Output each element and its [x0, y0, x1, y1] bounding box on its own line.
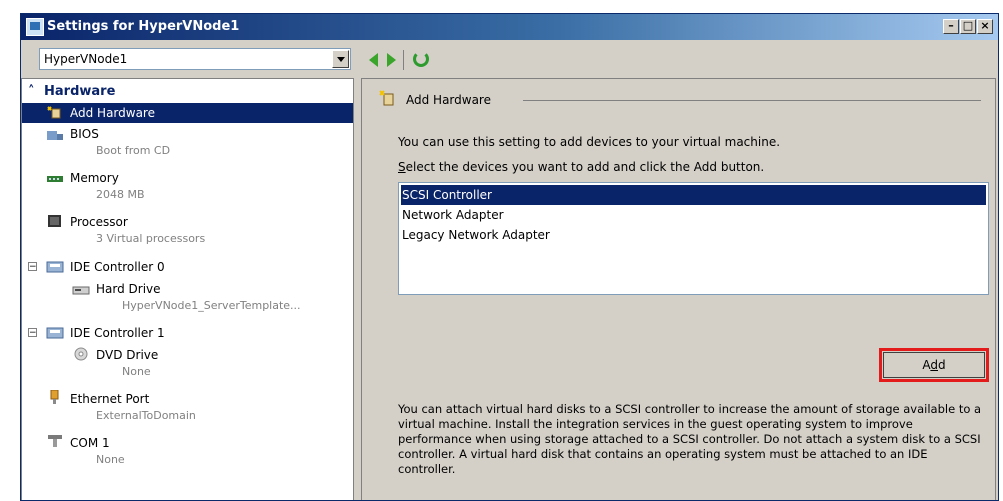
tree-item-detail: HyperVNode1_ServerTemplate...	[122, 299, 301, 312]
tree-item-memory[interactable]: Memory 2048 MB	[22, 169, 353, 211]
tree-item-ide-controller-0[interactable]: − IDE Controller 0	[22, 257, 353, 279]
title-bar[interactable]: Settings for HyperVNode1 – □ ×	[21, 14, 998, 40]
tree-item-detail: None	[96, 453, 125, 466]
add-hardware-icon	[47, 106, 61, 119]
tree-item-hard-drive[interactable]: Hard Drive HyperVNode1_ServerTemplate...	[22, 279, 353, 321]
ethernet-port-icon	[50, 390, 59, 404]
toolbar-divider	[403, 50, 404, 70]
add-hardware-panel: Add Hardware You can use this setting to…	[361, 78, 996, 500]
tree-item-detail: 2048 MB	[96, 188, 145, 201]
tree-item-label: Hard Drive	[96, 282, 161, 296]
collapse-toggle-icon[interactable]: −	[28, 262, 37, 272]
panel-title: Add Hardware	[406, 93, 491, 107]
vm-selector[interactable]: HyperVNode1	[39, 48, 351, 70]
collapse-chevron-icon: ˄	[28, 84, 35, 99]
collapse-toggle-icon[interactable]: −	[28, 328, 37, 338]
tree-item-label: IDE Controller 1	[70, 326, 165, 340]
add-button[interactable]: Add	[879, 348, 989, 382]
ide-controller-icon	[46, 261, 64, 273]
tree-item-ide-controller-1[interactable]: − IDE Controller 1	[22, 323, 353, 345]
ide-controller-icon	[46, 327, 64, 339]
tree-item-dvd-drive[interactable]: DVD Drive None	[22, 345, 353, 387]
instruction-text: elect the devices you want to add and cl…	[405, 160, 765, 174]
hardware-section-header[interactable]: ˄ Hardware	[28, 84, 115, 99]
tree-item-label: BIOS	[70, 127, 99, 141]
tree-item-label: Add Hardware	[70, 106, 155, 120]
back-arrow-icon[interactable]	[369, 53, 378, 67]
window-title: Settings for HyperVNode1	[47, 19, 240, 34]
hardware-tree: ˄ Hardware Add Hardware BIOS Boot from CD…	[21, 78, 354, 500]
tree-item-processor[interactable]: Processor 3 Virtual processors	[22, 213, 353, 255]
tree-item-com-1[interactable]: COM 1 None	[22, 433, 353, 475]
vm-selector-value: HyperVNode1	[44, 52, 128, 66]
tree-item-ethernet-port[interactable]: Ethernet Port ExternalToDomain	[22, 389, 353, 431]
settings-window: Settings for HyperVNode1 – □ × HyperVNod…	[20, 13, 999, 501]
tree-item-detail: Boot from CD	[96, 144, 171, 157]
minimize-button[interactable]: –	[943, 19, 959, 34]
tree-item-bios[interactable]: BIOS Boot from CD	[22, 125, 353, 167]
bios-icon	[47, 131, 63, 140]
hard-drive-icon	[72, 286, 90, 295]
refresh-icon[interactable]	[413, 51, 429, 67]
group-divider	[523, 100, 981, 101]
processor-icon	[48, 215, 61, 227]
tree-item-add-hardware[interactable]: Add Hardware	[22, 103, 353, 123]
tree-item-label: DVD Drive	[96, 348, 159, 362]
dvd-drive-icon	[74, 347, 88, 361]
device-list-label: Select the devices you want to add and c…	[398, 160, 764, 174]
tree-item-label: IDE Controller 0	[70, 260, 165, 274]
close-button[interactable]: ×	[977, 19, 993, 34]
chevron-down-icon[interactable]	[332, 50, 349, 68]
add-button-label-end: d	[938, 358, 946, 372]
add-hardware-icon	[379, 90, 394, 106]
tree-item-label: Processor	[70, 215, 128, 229]
com-port-icon	[48, 435, 62, 447]
hardware-section-label: Hardware	[44, 84, 116, 99]
add-button-access-key: d	[930, 358, 938, 372]
memory-icon	[47, 176, 63, 182]
maximize-button[interactable]: □	[960, 19, 976, 34]
access-key: S	[398, 160, 406, 174]
panel-description: You can use this setting to add devices …	[398, 135, 781, 149]
settings-app-icon	[26, 18, 44, 36]
tree-item-label: Ethernet Port	[70, 392, 150, 406]
device-option[interactable]: SCSI Controller	[401, 185, 986, 205]
scsi-info-text: You can attach virtual hard disks to a S…	[398, 402, 982, 476]
device-option[interactable]: Legacy Network Adapter	[401, 225, 986, 245]
tree-item-detail: ExternalToDomain	[96, 409, 196, 422]
device-listbox[interactable]: SCSI Controller Network Adapter Legacy N…	[398, 182, 989, 295]
tree-item-label: COM 1	[70, 436, 110, 450]
device-option[interactable]: Network Adapter	[401, 205, 986, 225]
tree-item-detail: 3 Virtual processors	[96, 232, 206, 245]
forward-arrow-icon[interactable]	[387, 53, 396, 67]
nav-toolbar: HyperVNode1	[21, 40, 998, 76]
tree-item-label: Memory	[70, 171, 119, 185]
tree-item-detail: None	[122, 365, 151, 378]
